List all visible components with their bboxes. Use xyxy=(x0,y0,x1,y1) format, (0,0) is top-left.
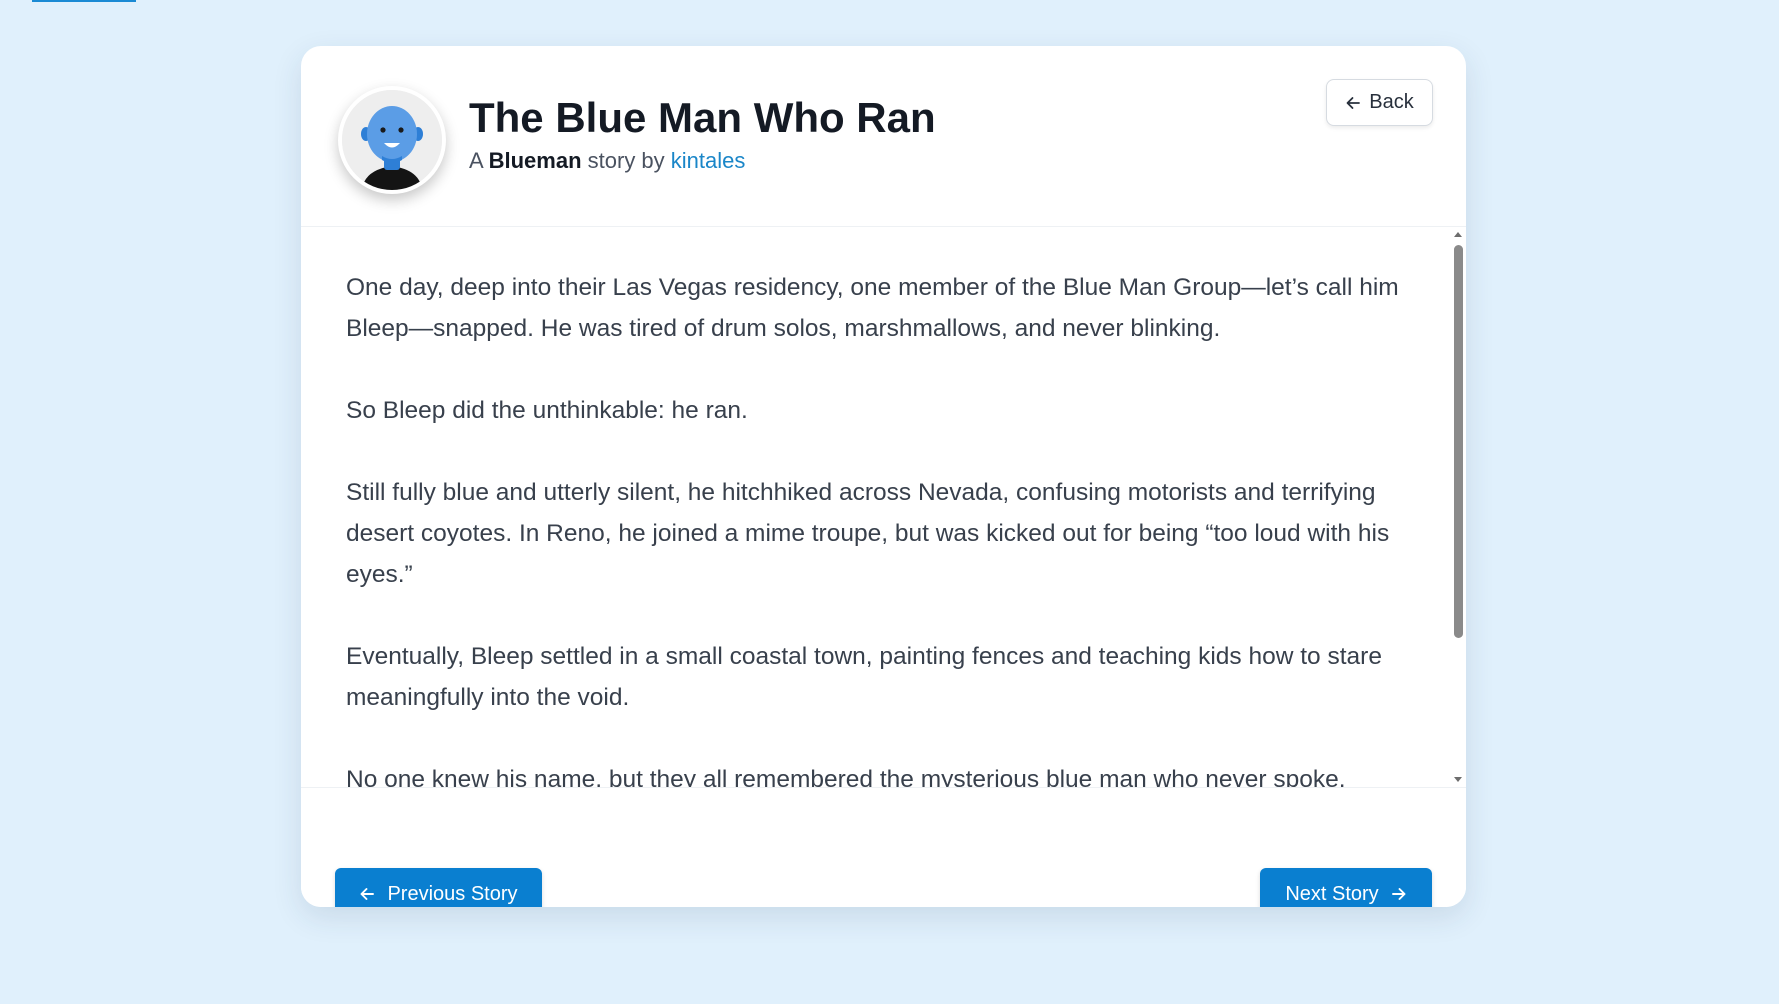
previous-story-label: Previous Story xyxy=(387,882,518,905)
story-paragraph: So Bleep did the unthinkable: he ran. xyxy=(346,397,748,424)
byline-prefix: A xyxy=(469,148,483,173)
story-title: The Blue Man Who Ran xyxy=(469,94,936,141)
arrow-left-icon xyxy=(1345,95,1361,111)
story-paragraph: One day, deep into their Las Vegas resid… xyxy=(346,274,1399,342)
story-scrollbar[interactable] xyxy=(1450,227,1466,787)
next-story-label: Next Story xyxy=(1285,882,1379,905)
story-byline: A Blueman story by kintales xyxy=(469,148,745,174)
author-avatar xyxy=(338,86,446,194)
story-category: Blueman xyxy=(488,148,582,173)
back-button-label: Back xyxy=(1369,91,1414,113)
story-text: One day, deep into their Las Vegas resid… xyxy=(346,267,1406,787)
scroll-down-arrow-icon[interactable] xyxy=(1454,777,1462,782)
arrow-left-icon xyxy=(359,886,375,902)
story-paragraph: Still fully blue and utterly silent, he … xyxy=(346,479,1390,588)
story-card: The Blue Man Who Ran A Blueman story by … xyxy=(301,46,1466,907)
byline-middle: story by xyxy=(587,148,665,173)
back-button[interactable]: Back xyxy=(1326,79,1433,126)
story-header: The Blue Man Who Ran A Blueman story by … xyxy=(301,46,1466,227)
story-footer: Previous Story Next Story xyxy=(301,787,1466,907)
author-link[interactable]: kintales xyxy=(671,148,746,173)
scroll-thumb[interactable] xyxy=(1454,245,1463,638)
story-body[interactable]: One day, deep into their Las Vegas resid… xyxy=(301,227,1466,787)
previous-story-button[interactable]: Previous Story xyxy=(335,868,542,907)
arrow-right-icon xyxy=(1391,886,1407,902)
top-progress-indicator xyxy=(32,0,136,2)
story-paragraph: No one knew his name, but they all remem… xyxy=(346,766,1346,787)
next-story-button[interactable]: Next Story xyxy=(1260,868,1432,907)
scroll-up-arrow-icon[interactable] xyxy=(1454,232,1462,237)
story-paragraph: Eventually, Bleep settled in a small coa… xyxy=(346,643,1382,711)
blue-man-avatar-icon xyxy=(342,90,442,190)
